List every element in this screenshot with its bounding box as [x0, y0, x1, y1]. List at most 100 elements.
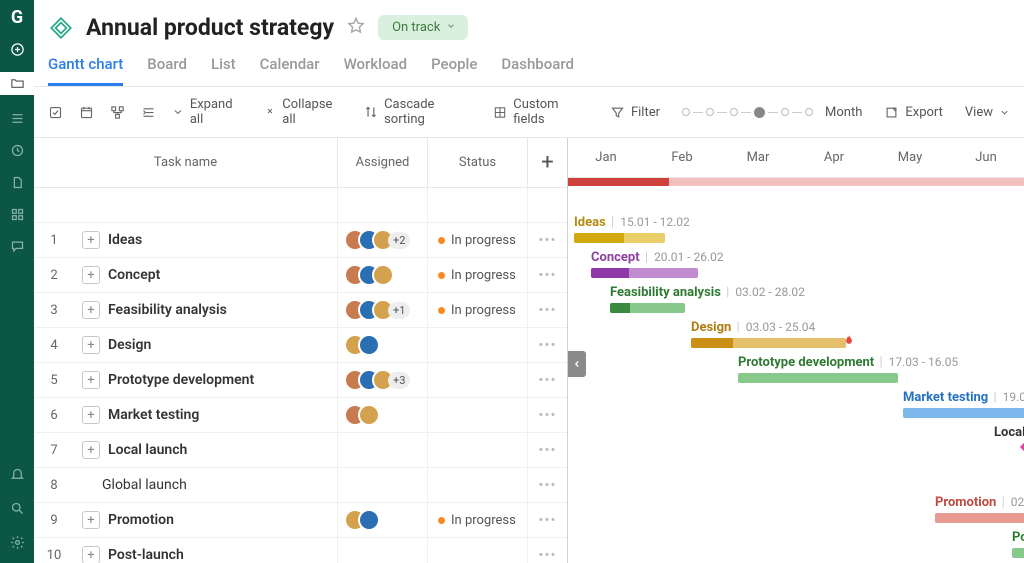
- status-label: In progress: [451, 303, 516, 318]
- tab-board[interactable]: Board: [147, 55, 187, 86]
- status-dropdown[interactable]: On track: [378, 15, 468, 40]
- tab-gantt-chart[interactable]: Gantt chart: [48, 55, 123, 86]
- calendar-icon[interactable]: [79, 105, 94, 120]
- zoom-slider[interactable]: Month: [682, 105, 862, 120]
- row-menu-button[interactable]: •••: [527, 328, 567, 362]
- expand-toggle[interactable]: +: [82, 441, 100, 459]
- status-cell[interactable]: [427, 328, 527, 362]
- status-cell[interactable]: In progress: [427, 293, 527, 327]
- status-cell[interactable]: [427, 538, 527, 563]
- expand-toggle[interactable]: +: [82, 231, 100, 249]
- expand-toggle[interactable]: +: [82, 266, 100, 284]
- tab-workload[interactable]: Workload: [344, 55, 408, 86]
- search-icon[interactable]: [8, 499, 26, 517]
- gantt-task-bar[interactable]: [1012, 548, 1024, 558]
- status-cell[interactable]: [427, 363, 527, 397]
- table-row[interactable]: 2+ConceptIn progress•••: [34, 258, 567, 293]
- export-button[interactable]: Export: [884, 105, 943, 120]
- assigned-cell[interactable]: +3: [337, 363, 427, 397]
- assigned-cell[interactable]: [337, 398, 427, 432]
- gantt-task-bar[interactable]: [935, 513, 1024, 523]
- table-row[interactable]: 9+PromotionIn progress•••: [34, 503, 567, 538]
- clock-icon[interactable]: [8, 141, 26, 159]
- table-row[interactable]: 10+Post-launch•••: [34, 538, 567, 563]
- row-menu-button[interactable]: •••: [527, 433, 567, 467]
- row-menu-button[interactable]: •••: [527, 398, 567, 432]
- add-icon[interactable]: [8, 40, 26, 58]
- assigned-cell[interactable]: [337, 503, 427, 537]
- custom-fields-button[interactable]: Custom fields: [493, 97, 588, 127]
- row-menu-button[interactable]: •••: [527, 503, 567, 537]
- expand-all-button[interactable]: Expand all: [172, 97, 248, 127]
- folder-icon[interactable]: [0, 72, 34, 95]
- expand-toggle[interactable]: +: [82, 301, 100, 319]
- gantt-task-label[interactable]: Concept |20.01 - 26.02: [591, 250, 724, 265]
- status-cell[interactable]: [427, 468, 527, 502]
- gantt-task-bar[interactable]: [738, 373, 898, 383]
- table-row[interactable]: 3+Feasibility analysis+1In progress•••: [34, 293, 567, 328]
- checkbox-icon[interactable]: [48, 105, 63, 120]
- indent-icon[interactable]: [141, 105, 156, 120]
- document-icon[interactable]: [8, 173, 26, 191]
- table-row[interactable]: 6+Market testing•••: [34, 398, 567, 433]
- gantt-task-label[interactable]: Feasibility analysis |03.02 - 28.02: [610, 285, 805, 300]
- expand-toggle[interactable]: +: [82, 511, 100, 529]
- status-cell[interactable]: [427, 398, 527, 432]
- expand-toggle[interactable]: +: [82, 406, 100, 424]
- expand-toggle[interactable]: +: [82, 371, 100, 389]
- table-row[interactable]: 1+Ideas+2In progress•••: [34, 223, 567, 258]
- add-column-button[interactable]: +: [527, 138, 567, 187]
- gear-icon[interactable]: [8, 533, 26, 551]
- app-logo-icon[interactable]: G: [8, 8, 26, 26]
- gantt-task-label[interactable]: Prototype development |17.03 - 16.05: [738, 355, 958, 370]
- gantt-task-label[interactable]: Ideas |15.01 - 12.02: [574, 215, 690, 230]
- assigned-cell[interactable]: [337, 258, 427, 292]
- table-row[interactable]: 7+Local launch•••: [34, 433, 567, 468]
- row-menu-button[interactable]: •••: [527, 538, 567, 563]
- row-menu-button[interactable]: •••: [527, 293, 567, 327]
- table-row[interactable]: 4+Design•••: [34, 328, 567, 363]
- assigned-cell[interactable]: [337, 328, 427, 362]
- cascade-sorting-button[interactable]: Cascade sorting: [364, 97, 477, 127]
- gantt-task-label[interactable]: Market testing |19.05 -: [903, 390, 1024, 405]
- gantt-task-label[interactable]: Promotion |02.06: [935, 495, 1024, 510]
- tab-calendar[interactable]: Calendar: [260, 55, 320, 86]
- row-number: 3: [34, 303, 74, 318]
- gantt-task-bar[interactable]: [903, 408, 1024, 418]
- gantt-progress-bar: [691, 338, 733, 348]
- filter-button[interactable]: Filter: [610, 105, 660, 120]
- star-icon[interactable]: [346, 16, 366, 40]
- table-row[interactable]: 5+Prototype development+3•••: [34, 363, 567, 398]
- chat-icon[interactable]: [8, 237, 26, 255]
- row-menu-button[interactable]: •••: [527, 363, 567, 397]
- tab-dashboard[interactable]: Dashboard: [501, 55, 574, 86]
- assigned-cell[interactable]: +2: [337, 223, 427, 257]
- assigned-cell[interactable]: [337, 468, 427, 502]
- row-menu-button[interactable]: •••: [527, 468, 567, 502]
- status-cell[interactable]: [427, 433, 527, 467]
- gantt-task-label[interactable]: Design |03.03 - 25.04: [691, 320, 815, 335]
- table-row[interactable]: 8Global launch•••: [34, 468, 567, 503]
- assigned-cell[interactable]: [337, 433, 427, 467]
- status-cell[interactable]: In progress: [427, 258, 527, 292]
- tab-people[interactable]: People: [431, 55, 477, 86]
- list-icon[interactable]: [8, 109, 26, 127]
- assigned-cell[interactable]: +1: [337, 293, 427, 327]
- tab-list[interactable]: List: [211, 55, 236, 86]
- row-menu-button[interactable]: •••: [527, 223, 567, 257]
- gantt-row: Post-l: [568, 528, 1024, 563]
- row-menu-button[interactable]: •••: [527, 258, 567, 292]
- view-dropdown[interactable]: View: [965, 105, 1010, 120]
- grid-icon[interactable]: [8, 205, 26, 223]
- expand-toggle[interactable]: +: [82, 336, 100, 354]
- hierarchy-icon[interactable]: [110, 105, 125, 120]
- pane-collapse-handle[interactable]: [568, 351, 586, 377]
- bell-icon[interactable]: [8, 465, 26, 483]
- status-cell[interactable]: In progress: [427, 223, 527, 257]
- expand-toggle[interactable]: +: [82, 546, 100, 563]
- gantt-task-label[interactable]: Local lau: [994, 425, 1024, 440]
- collapse-all-button[interactable]: Collapse all: [264, 97, 348, 127]
- status-cell[interactable]: In progress: [427, 503, 527, 537]
- assigned-cell[interactable]: [337, 538, 427, 563]
- gantt-task-label[interactable]: Post-l: [1012, 530, 1024, 545]
